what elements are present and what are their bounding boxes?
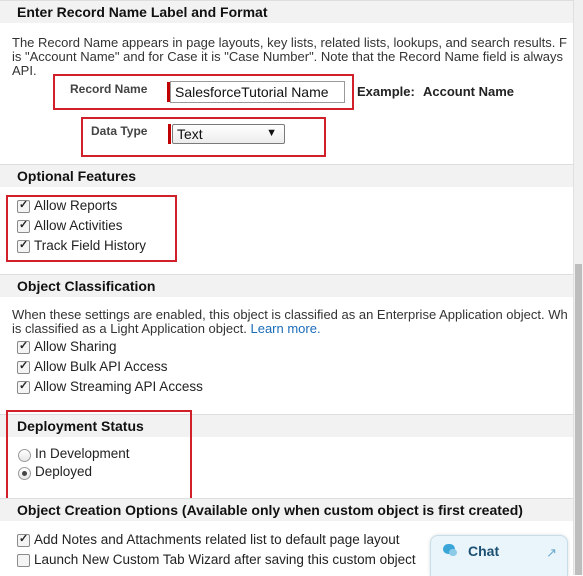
record-name-input[interactable] — [170, 81, 345, 103]
deployed-radio[interactable] — [18, 467, 31, 480]
section-header-record-name: Enter Record Name Label and Format — [0, 0, 574, 23]
example-label: Example: — [357, 84, 415, 99]
classification-description-line-1: When these settings are enabled, this ob… — [12, 308, 568, 322]
checkmark-icon: ✓ — [19, 360, 29, 372]
chat-label: Chat — [468, 543, 500, 559]
checkmark-icon: ✓ — [19, 340, 29, 352]
allow-bulk-api-label: Allow Bulk API Access — [34, 359, 168, 374]
in-development-radio[interactable] — [18, 449, 31, 462]
section-title: Object Classification — [17, 278, 156, 294]
expand-arrow-icon[interactable]: ↗ — [546, 545, 557, 561]
learn-more-link[interactable]: Learn more. — [250, 322, 320, 336]
section-title: Enter Record Name Label and Format — [17, 4, 268, 20]
checkmark-icon: ✓ — [19, 239, 29, 251]
add-notes-checkbox[interactable]: ✓ — [17, 533, 30, 547]
allow-activities-label: Allow Activities — [34, 218, 123, 233]
chat-bubble-icon-secondary — [449, 549, 457, 556]
section-title: Optional Features — [17, 168, 137, 184]
example-value: Account Name — [423, 84, 515, 99]
allow-reports-checkbox[interactable]: ✓ — [17, 199, 30, 213]
section-header-optional-features: Optional Features — [0, 164, 574, 187]
classification-description-line-2: is classified as a Light Application obj… — [12, 322, 574, 336]
deployed-label: Deployed — [35, 464, 93, 479]
custom-object-form: Enter Record Name Label and Format The R… — [0, 0, 574, 575]
allow-reports-label: Allow Reports — [34, 198, 118, 213]
allow-sharing-label: Allow Sharing — [34, 339, 117, 354]
allow-streaming-api-checkbox[interactable]: ✓ — [17, 380, 30, 394]
track-field-history-label: Track Field History — [34, 238, 147, 253]
record-name-label: Record Name — [70, 82, 148, 96]
scrollbar-thumb[interactable] — [575, 264, 582, 575]
allow-streaming-api-label: Allow Streaming API Access — [34, 379, 203, 394]
checkmark-icon: ✓ — [19, 219, 29, 231]
radio-selected-dot — [22, 471, 27, 476]
allow-activities-checkbox[interactable]: ✓ — [17, 219, 30, 233]
checkmark-icon: ✓ — [19, 380, 29, 392]
dropdown-arrow-icon: ▼ — [266, 127, 277, 139]
track-field-history-checkbox[interactable]: ✓ — [17, 239, 30, 253]
data-type-label: Data Type — [91, 124, 148, 138]
record-name-description-line-2: is "Account Name" and for Case it is "Ca… — [12, 50, 563, 64]
required-indicator — [168, 124, 171, 144]
launch-tab-wizard-label: Launch New Custom Tab Wizard after savin… — [34, 552, 416, 567]
section-header-creation-options: Object Creation Options (Available only … — [0, 498, 574, 521]
checkmark-icon: ✓ — [19, 533, 29, 545]
in-development-label: In Development — [35, 446, 130, 461]
data-type-select[interactable]: Text ▼ — [172, 124, 285, 144]
launch-tab-wizard-checkbox[interactable] — [17, 554, 30, 567]
allow-bulk-api-checkbox[interactable]: ✓ — [17, 360, 30, 374]
classification-description-text: is classified as a Light Application obj… — [12, 322, 247, 336]
data-type-selected-value: Text — [177, 126, 203, 142]
add-notes-label: Add Notes and Attachments related list t… — [34, 532, 400, 547]
chat-widget[interactable]: Chat ↗ — [430, 535, 568, 576]
record-name-description-line-1: The Record Name appears in page layouts,… — [12, 36, 567, 50]
section-header-object-classification: Object Classification — [0, 274, 574, 297]
section-title: Object Creation Options (Available only … — [17, 502, 523, 518]
allow-sharing-checkbox[interactable]: ✓ — [17, 340, 30, 354]
checkmark-icon: ✓ — [19, 199, 29, 211]
vertical-scrollbar[interactable] — [573, 0, 583, 575]
